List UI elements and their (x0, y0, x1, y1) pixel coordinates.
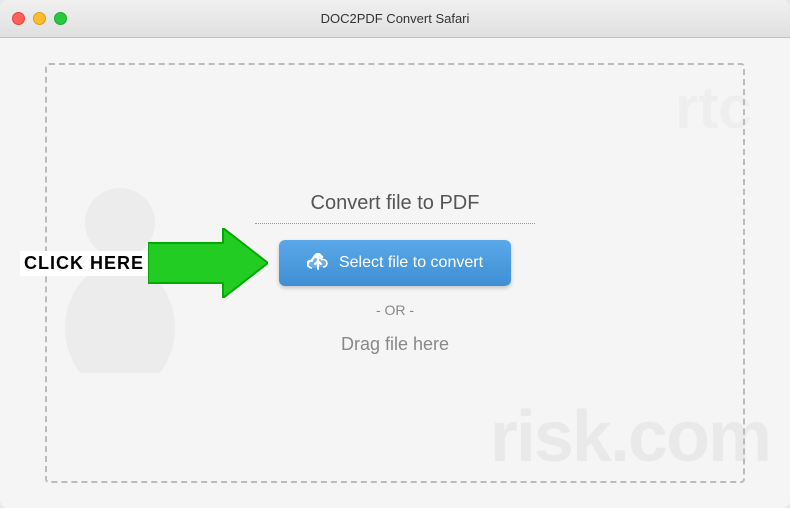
arrow-icon (148, 228, 268, 298)
titlebar: DOC2PDF Convert Safari (0, 0, 790, 38)
drag-drop-label: Drag file here (341, 334, 449, 355)
arrow-annotation: CLICK HERE (20, 228, 268, 298)
select-file-label: Select file to convert (339, 254, 483, 272)
window-controls (12, 12, 67, 25)
close-button[interactable] (12, 12, 25, 25)
click-here-label: CLICK HERE (20, 251, 148, 276)
upload-icon (307, 252, 329, 274)
select-file-button[interactable]: Select file to convert (279, 240, 511, 286)
or-divider: - OR - (376, 302, 414, 318)
minimize-button[interactable] (33, 12, 46, 25)
window-title: DOC2PDF Convert Safari (321, 11, 470, 26)
convert-heading: Convert file to PDF (255, 192, 535, 224)
main-content: rtc risk.com Convert file to PDF Se (0, 38, 790, 508)
maximize-button[interactable] (54, 12, 67, 25)
